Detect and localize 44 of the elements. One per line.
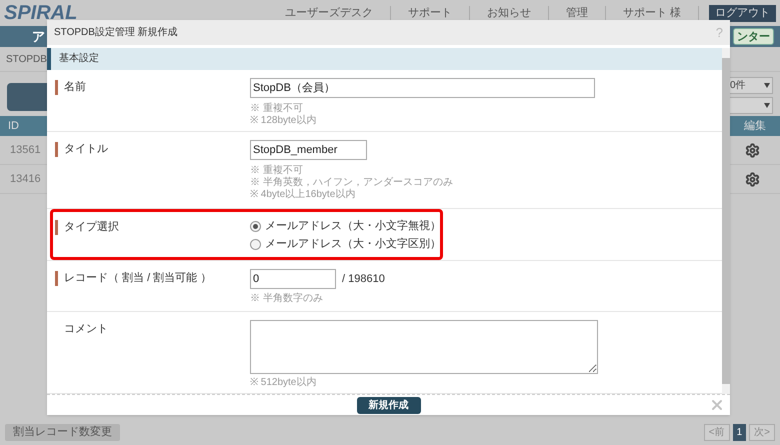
number-field[interactable]: 0 <box>250 268 336 289</box>
radio-button[interactable] <box>250 239 261 250</box>
field-note: ※ 重複不可 <box>250 102 304 114</box>
logout-button[interactable]: ログアウト <box>709 4 776 22</box>
record-limit: / 198610 <box>342 272 385 287</box>
column-header: 編集 <box>744 118 766 134</box>
table-cell-text: 13416 <box>10 172 41 187</box>
create-button[interactable]: 新規作成 <box>356 396 420 414</box>
text-field[interactable]: StopDB_member <box>250 140 367 160</box>
radio-label: メールアドレス（大・小文字無視） <box>265 219 441 234</box>
settings-icon[interactable] <box>745 142 760 158</box>
column-header: ID <box>8 118 19 134</box>
field-label: レコード（ 割当 / 割当可能 ） <box>64 270 212 286</box>
page-button[interactable]: 1 <box>732 424 746 440</box>
field-note: ※ 半角英数，ハイフン，アンダースコアのみ <box>250 176 453 188</box>
dialog-title: STOPDB設定管理 新規作成 <box>54 26 178 40</box>
field-label: タイトル <box>64 142 108 157</box>
field-label: 名前 <box>64 80 86 95</box>
field-label: タイプ選択 <box>64 220 119 236</box>
section-header: 基本設定 <box>47 48 722 70</box>
app-title: ア <box>32 28 45 46</box>
table-cell-text: 13561 <box>10 142 41 158</box>
breadcrumb: STOPDB <box>6 52 47 66</box>
comment-field[interactable] <box>250 320 598 374</box>
radio-button[interactable] <box>250 221 261 232</box>
field-note: ※ 半角数字のみ <box>250 292 324 305</box>
field-note: ※ 128byte以内 <box>250 114 318 127</box>
dropdown-arrow-icon <box>764 83 770 88</box>
field-note: ※ 重複不可 <box>250 164 304 176</box>
scrollbar[interactable] <box>722 48 730 394</box>
field-label: コメント <box>64 322 108 338</box>
settings-icon[interactable] <box>745 172 760 186</box>
center-button[interactable]: ンター <box>733 28 774 45</box>
page-button[interactable]: 次> <box>749 424 775 440</box>
field-note: ※ 4byte以上16byte以内 <box>250 188 356 201</box>
radio-label: メールアドレス（大・小文字区別） <box>265 237 441 252</box>
allocate-records-button[interactable]: 割当レコード数変更 <box>5 424 120 440</box>
close-icon[interactable] <box>709 397 725 413</box>
filter-select[interactable] <box>727 97 773 114</box>
dropdown-arrow-icon <box>764 103 770 108</box>
field-note: ※ 512byte以内 <box>250 377 318 390</box>
text-field[interactable]: StopDB（会員） <box>250 78 595 98</box>
per-page-select[interactable]: 0件 <box>727 77 773 94</box>
logo: SPIRAL <box>4 1 78 26</box>
